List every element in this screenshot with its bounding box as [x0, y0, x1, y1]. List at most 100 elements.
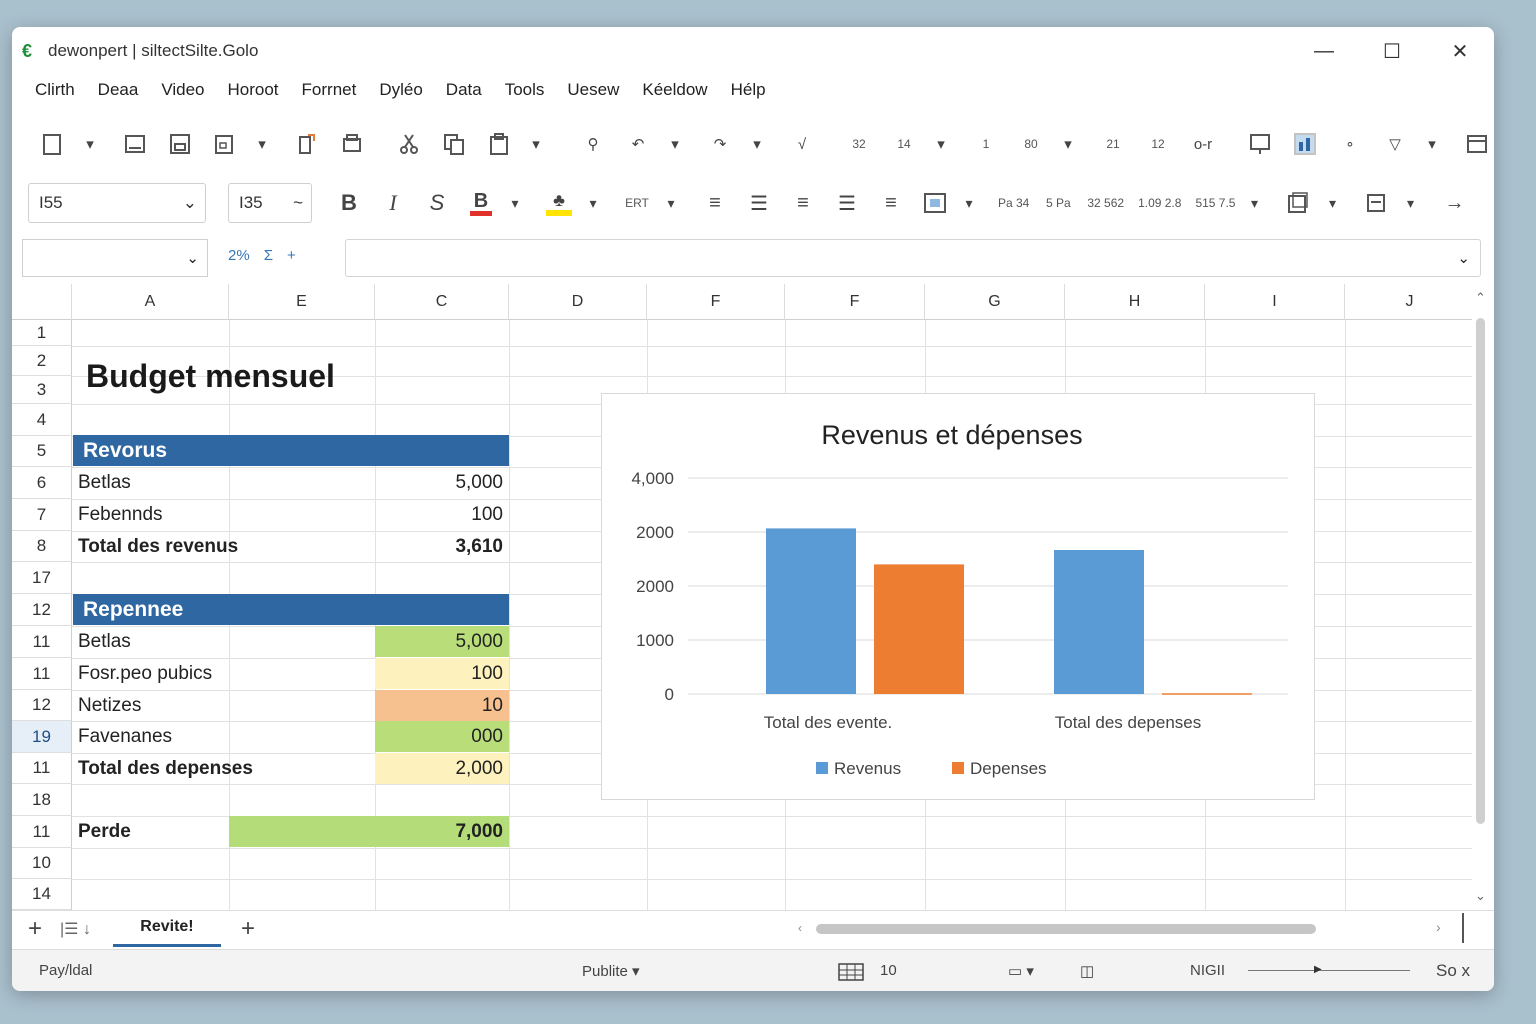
sort-ascending-icon[interactable]: 32 — [842, 127, 876, 161]
column-header-a[interactable]: A — [72, 284, 229, 320]
row-header[interactable]: 17 — [12, 562, 72, 594]
revenus-value[interactable]: 5,000 — [375, 467, 509, 498]
row-header[interactable]: 10 — [12, 848, 72, 879]
justify-icon[interactable]: ☰ — [832, 186, 862, 220]
revenus-label[interactable]: Febennds — [72, 499, 229, 530]
print-preview-icon[interactable] — [208, 127, 242, 161]
menu-item[interactable]: Clirth — [35, 80, 75, 100]
cut-icon[interactable] — [392, 127, 426, 161]
dropdown-arrow-icon[interactable]: ▾ — [578, 186, 608, 220]
pivot-table-icon[interactable] — [1460, 127, 1494, 161]
chart-container[interactable]: Revenus et dépenses 0 1000 2000 2000 4,000 Tot… — [601, 393, 1315, 800]
depense-value[interactable]: 000 — [375, 721, 509, 752]
column-header-f[interactable]: F — [785, 284, 925, 320]
menu-item[interactable]: Hélp — [731, 80, 766, 100]
dropdown-arrow-icon[interactable]: ▾ — [924, 127, 958, 161]
perte-fill-cell[interactable] — [229, 816, 375, 847]
vertical-scroll-thumb[interactable] — [1476, 318, 1485, 824]
dropdown-arrow-icon[interactable]: ▾ — [245, 127, 279, 161]
menu-item[interactable]: Tools — [505, 80, 545, 100]
select-all-corner[interactable] — [12, 284, 72, 320]
horizontal-scroll-thumb[interactable] — [816, 924, 1316, 934]
funnel-icon[interactable]: ▽ — [1378, 127, 1412, 161]
new-file-icon[interactable] — [36, 127, 70, 161]
depense-label[interactable]: Netizes — [72, 690, 242, 721]
conditional-format-icon[interactable] — [1283, 186, 1313, 220]
save-icon[interactable] — [163, 127, 197, 161]
minimize-button[interactable]: — — [1294, 35, 1354, 67]
merge-cells-icon[interactable] — [920, 186, 950, 220]
arrow-right-icon[interactable]: → — [1439, 186, 1469, 220]
font-name-select[interactable]: I55 ⌄ — [28, 183, 206, 223]
sort-reverse-icon[interactable]: 12 — [1141, 127, 1175, 161]
cancel-formula-icon[interactable]: 2% — [228, 247, 250, 264]
bullet-icon[interactable]: ∘ — [1333, 127, 1367, 161]
scroll-down-icon[interactable]: ⌄ — [1475, 888, 1486, 904]
add-sheet-button-2[interactable]: + — [241, 915, 255, 943]
print-icon[interactable] — [335, 127, 369, 161]
revenus-total-label[interactable]: Total des revenus — [72, 531, 362, 562]
sheet-tab-active[interactable]: Revite! — [112, 910, 221, 947]
row-header[interactable]: 1 — [12, 320, 72, 346]
percent-format-icon[interactable]: 5 Pa — [1043, 186, 1073, 220]
row-header[interactable]: 8 — [12, 531, 72, 562]
borders-icon[interactable]: ERT — [622, 186, 652, 220]
row-header[interactable]: 2 — [12, 346, 72, 376]
autofilter-icon[interactable]: 1 — [969, 127, 1003, 161]
dropdown-arrow-icon[interactable]: ▾ — [73, 127, 107, 161]
filter-icon[interactable]: 80 — [1014, 127, 1048, 161]
depense-label[interactable]: Favenanes — [72, 721, 242, 752]
zoom-slider[interactable] — [1248, 970, 1410, 971]
menu-item[interactable]: Horoot — [228, 80, 279, 100]
scroll-right-icon[interactable]: › — [1436, 919, 1441, 935]
table-view-icon[interactable] — [838, 963, 864, 985]
revenus-total-value[interactable]: 3,610 — [375, 531, 509, 562]
number-format-icon[interactable]: Pa 34 — [998, 186, 1029, 220]
name-box[interactable]: ⌄ — [22, 239, 208, 277]
revenus-label[interactable]: Betlas — [72, 467, 229, 498]
dropdown-arrow-icon[interactable]: ▾ — [500, 186, 530, 220]
italic-button[interactable]: I — [378, 186, 408, 220]
zoom-value[interactable]: So x — [1436, 961, 1470, 981]
align-center-icon[interactable]: ☰ — [744, 186, 774, 220]
spreadsheet-grid[interactable]: A E C D F F G H I J 1 2 3 4 5 6 7 8 17 12 11 11 12 19… — [12, 284, 1472, 910]
paste-icon[interactable] — [482, 127, 516, 161]
dropdown-arrow-icon[interactable]: ▾ — [1239, 186, 1269, 220]
split-handle[interactable] — [1462, 913, 1464, 943]
row-header[interactable]: 18 — [12, 784, 72, 816]
row-header[interactable]: 11 — [12, 816, 72, 848]
dropdown-arrow-icon[interactable]: ▾ — [1395, 186, 1425, 220]
depense-value[interactable]: 100 — [375, 658, 509, 689]
sheet-title[interactable]: Budget mensuel — [86, 358, 335, 395]
add-sheet-button[interactable]: + — [28, 915, 42, 943]
dropdown-arrow-icon[interactable]: ▾ — [1415, 127, 1449, 161]
menu-item[interactable]: Dyléo — [379, 80, 422, 100]
row-header[interactable]: 4 — [12, 404, 72, 436]
insert-image-icon[interactable] — [1243, 127, 1277, 161]
row-header[interactable]: 5 — [12, 436, 72, 467]
row-header[interactable]: 11 — [12, 658, 72, 690]
row-header[interactable]: 14 — [12, 879, 72, 910]
link-icon[interactable]: o-r — [1186, 127, 1220, 161]
row-header[interactable]: 11 — [12, 753, 72, 784]
revenus-value[interactable]: 100 — [375, 499, 509, 530]
row-header[interactable]: 7 — [12, 499, 72, 531]
column-header-j[interactable]: J — [1345, 284, 1472, 320]
row-header[interactable]: 19 — [12, 721, 72, 753]
copy-icon[interactable] — [437, 127, 471, 161]
highlight-button[interactable]: ♣ — [544, 186, 574, 220]
dropdown-arrow-icon[interactable]: ▾ — [519, 127, 553, 161]
menu-item[interactable]: Forrnet — [302, 80, 357, 100]
revenus-header[interactable]: Revorus — [73, 435, 509, 466]
depenses-total-value[interactable]: 2,000 — [375, 753, 509, 784]
column-header-b[interactable]: E — [229, 284, 375, 320]
function-icon[interactable]: √ — [785, 127, 819, 161]
font-size-select[interactable]: I35 ~ — [228, 183, 312, 223]
column-header-h[interactable]: H — [1065, 284, 1205, 320]
depense-label[interactable]: Fosr.peo pubics — [72, 658, 272, 689]
column-header-d[interactable]: D — [509, 284, 647, 320]
row-header[interactable]: 6 — [12, 467, 72, 499]
cell-styles-icon[interactable] — [1361, 186, 1391, 220]
bold-button[interactable]: B — [334, 186, 364, 220]
scroll-left-icon[interactable]: ‹ — [798, 921, 802, 935]
